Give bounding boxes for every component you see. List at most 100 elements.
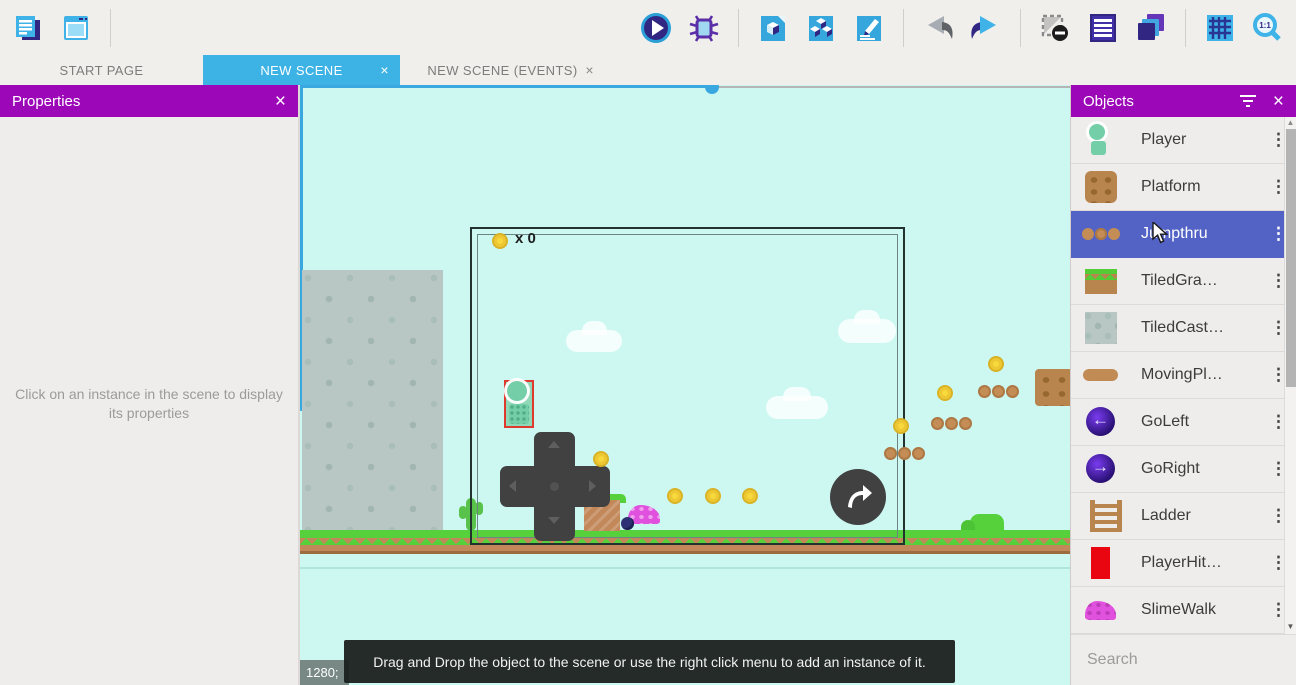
object-item-goleft[interactable]: GoLeft ⋮ xyxy=(1071,399,1296,446)
object-item-ladder[interactable]: Ladder ⋮ xyxy=(1071,493,1296,540)
object-thumbnail-icon xyxy=(1083,546,1119,580)
toggle-mask-button[interactable] xyxy=(1037,10,1073,46)
objects-panel-header: Objects × xyxy=(1071,85,1296,117)
jumpthru-sprite[interactable] xyxy=(884,447,926,460)
dpad-left-arrow-icon[interactable] xyxy=(509,480,516,492)
coin-sprite[interactable] xyxy=(593,451,609,467)
object-label: Player xyxy=(1141,131,1270,149)
tab-new-scene-events[interactable]: NEW SCENE (EVENTS) × xyxy=(400,55,605,85)
coin-sprite[interactable] xyxy=(937,385,953,401)
search-input[interactable] xyxy=(1087,651,1294,669)
objects-search-bar xyxy=(1071,634,1296,685)
dpad-up-arrow-icon[interactable] xyxy=(548,441,560,448)
undo-icon xyxy=(920,12,956,44)
platform-block-sprite[interactable] xyxy=(1035,369,1070,406)
object-groups-button[interactable] xyxy=(803,10,839,46)
dpad-right-arrow-icon[interactable] xyxy=(589,480,596,492)
object-label: TiledGra… xyxy=(1141,272,1270,290)
scene-canvas[interactable]: x 0 Drag and Drop the object to the scen… xyxy=(300,85,1070,685)
object-item-jumpthru[interactable]: Jumpthru ⋮ xyxy=(1071,211,1296,258)
play-preview-icon xyxy=(639,11,673,45)
grid-icon xyxy=(1203,11,1237,45)
jump-arrow-icon xyxy=(843,482,873,512)
dpad-down-arrow-icon[interactable] xyxy=(548,517,560,524)
redo-icon xyxy=(968,12,1004,44)
coin-sprite[interactable] xyxy=(667,488,683,504)
objects-scrollbar[interactable]: ▲ ▼ xyxy=(1284,117,1296,634)
player-sprite-selected[interactable] xyxy=(504,380,534,428)
object-thumbnail-icon xyxy=(1083,217,1119,251)
grid-button[interactable] xyxy=(1202,10,1238,46)
scrollbar-thumb[interactable] xyxy=(1286,129,1296,387)
zoom-1-1-icon: 1:1 xyxy=(1251,11,1285,45)
object-thumbnail-icon xyxy=(1083,311,1119,345)
jump-button-sprite[interactable] xyxy=(830,469,886,525)
toolbar-divider xyxy=(903,9,904,47)
add-object-button[interactable] xyxy=(755,10,791,46)
undo-button[interactable] xyxy=(920,10,956,46)
play-preview-button[interactable] xyxy=(638,10,674,46)
redo-button[interactable] xyxy=(968,10,1004,46)
properties-empty-message: Click on an instance in the scene to dis… xyxy=(13,385,285,685)
scroll-up-icon[interactable]: ▲ xyxy=(1285,118,1296,127)
tab-start-page[interactable]: START PAGE xyxy=(0,55,203,85)
coin-sprite[interactable] xyxy=(988,356,1004,372)
object-item-tiledcast[interactable]: TiledCast… ⋮ xyxy=(1071,305,1296,352)
project-manager-button[interactable] xyxy=(10,10,46,46)
drag-drop-tooltip: Drag and Drop the object to the scene or… xyxy=(344,640,955,683)
start-page-button[interactable] xyxy=(58,10,94,46)
toolbar-divider xyxy=(110,9,111,47)
close-icon[interactable]: × xyxy=(275,92,286,111)
object-label: Platform xyxy=(1141,178,1270,196)
scroll-down-icon[interactable]: ▼ xyxy=(1285,622,1296,631)
project-manager-icon xyxy=(12,12,44,44)
object-thumbnail-icon xyxy=(1083,452,1119,486)
jumpthru-sprite[interactable] xyxy=(931,417,973,430)
coin-sprite[interactable] xyxy=(742,488,758,504)
object-label: Jumpthru xyxy=(1141,225,1270,243)
bush-sprite[interactable] xyxy=(970,514,1004,530)
cloud-sprite xyxy=(838,319,896,343)
close-icon[interactable]: × xyxy=(1273,92,1284,111)
jumpthru-sprite[interactable] xyxy=(978,385,1020,398)
object-thumbnail-icon xyxy=(1083,358,1119,392)
coin-sprite[interactable] xyxy=(893,418,909,434)
zoom-reset-button[interactable]: 1:1 xyxy=(1250,10,1286,46)
scene-h-scroll-handle[interactable] xyxy=(705,85,719,94)
filter-icon[interactable] xyxy=(1239,95,1257,107)
object-item-goright[interactable]: GoRight ⋮ xyxy=(1071,446,1296,493)
toolbar-divider xyxy=(1020,9,1021,47)
tab-new-scene[interactable]: NEW SCENE × xyxy=(203,55,400,85)
properties-panel-title: Properties xyxy=(12,93,80,110)
object-item-playerhit[interactable]: PlayerHit… ⋮ xyxy=(1071,540,1296,587)
ball-sprite[interactable] xyxy=(621,517,634,530)
tiled-castle-sprite[interactable] xyxy=(302,270,443,530)
edit-scene-properties-button[interactable] xyxy=(851,10,887,46)
instances-list-button[interactable] xyxy=(1085,10,1121,46)
ground-edge-sprite xyxy=(300,551,1070,554)
debug-button[interactable] xyxy=(686,10,722,46)
object-item-player[interactable]: Player ⋮ xyxy=(1071,117,1296,164)
object-thumbnail-icon xyxy=(1083,405,1119,439)
tab-label: START PAGE xyxy=(38,63,166,78)
object-item-tiledgra[interactable]: TiledGra… ⋮ xyxy=(1071,258,1296,305)
edit-scene-icon xyxy=(852,11,886,45)
tab-close-icon[interactable]: × xyxy=(585,62,594,78)
tab-label: NEW SCENE xyxy=(238,63,364,78)
scene-h-scrollbar-track[interactable] xyxy=(718,86,1070,88)
instances-list-icon xyxy=(1086,11,1120,45)
scene-h-scrollbar[interactable] xyxy=(300,85,718,88)
debug-icon xyxy=(687,11,721,45)
zoom-label: 1:1 xyxy=(1259,21,1271,30)
object-thumbnail-icon xyxy=(1083,593,1119,627)
layers-button[interactable] xyxy=(1133,10,1169,46)
coin-sprite[interactable] xyxy=(705,488,721,504)
object-item-movingpl[interactable]: MovingPl… ⋮ xyxy=(1071,352,1296,399)
object-label: TiledCast… xyxy=(1141,319,1270,337)
toolbar-divider xyxy=(1185,9,1186,47)
tab-close-icon[interactable]: × xyxy=(380,62,389,78)
properties-panel-header: Properties × xyxy=(0,85,298,117)
scene-guide-line xyxy=(300,567,1070,569)
object-item-platform[interactable]: Platform ⋮ xyxy=(1071,164,1296,211)
object-item-slimewalk[interactable]: SlimeWalk ⋮ xyxy=(1071,587,1296,634)
